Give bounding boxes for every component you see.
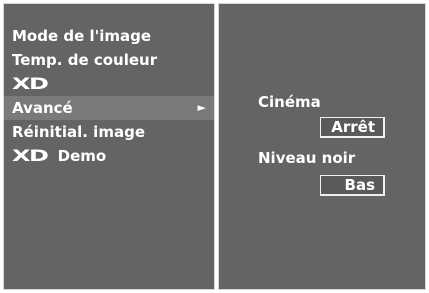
menu-item-label: Temp. de couleur <box>12 51 158 69</box>
black-level-label: Niveau noir <box>258 149 356 167</box>
menu-item-label: Réinitial. image <box>12 123 145 141</box>
menu-item-picture-reset[interactable]: Réinitial. image <box>4 120 214 144</box>
menu-item-xd-demo[interactable]: XD Demo <box>4 144 214 168</box>
picture-menu-panel: Mode de l'image Temp. de couleur XD Avan… <box>3 3 215 290</box>
menu-item-picture-mode[interactable]: Mode de l'image <box>4 24 214 48</box>
menu-item-label: Mode de l'image <box>12 27 152 45</box>
picture-menu-list: Mode de l'image Temp. de couleur XD Avan… <box>4 24 214 168</box>
menu-item-color-temperature[interactable]: Temp. de couleur <box>4 48 214 72</box>
xd-logo-icon: XD <box>12 74 49 93</box>
cinema-value-box[interactable]: Arrêt <box>320 117 385 138</box>
menu-item-label: Avancé <box>12 99 73 117</box>
cinema-label: Cinéma <box>258 93 321 111</box>
osd-window: Mode de l'image Temp. de couleur XD Avan… <box>1 1 428 292</box>
menu-item-label: Demo <box>57 147 107 165</box>
menu-item-advanced[interactable]: Avancé ► <box>4 96 214 120</box>
black-level-value-box[interactable]: Bas <box>320 175 385 196</box>
advanced-submenu-panel: Cinéma Arrêt Niveau noir Bas <box>218 3 426 290</box>
menu-item-xd[interactable]: XD <box>4 72 214 96</box>
submenu-arrow-icon: ► <box>197 101 206 114</box>
xd-logo-icon: XD <box>12 146 49 165</box>
